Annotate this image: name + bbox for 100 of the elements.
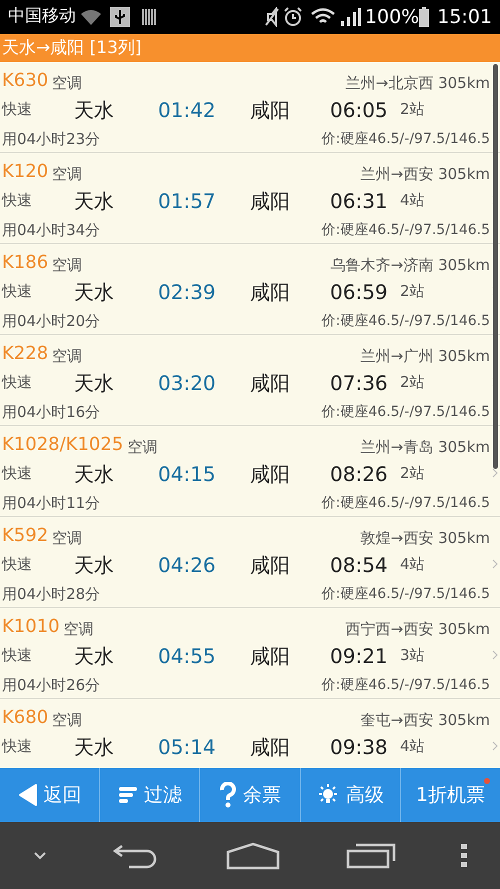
battery-percent: 100% [364,4,420,30]
mute-icon [264,7,279,27]
train-number: K1028/K1025 [2,433,124,457]
alarm-icon [282,7,303,27]
fare-text: 价:硬座46.5/-/97.5/146.5 [322,312,490,330]
stop-count: 2站 [400,463,426,484]
air-conditioned-label: 空调 [52,528,82,548]
departure-station: 天水 [74,734,115,760]
battery-icon [419,7,430,27]
chevron-right-icon [492,650,498,660]
arrival-time: 09:21 [330,642,389,670]
air-conditioned-label: 空调 [52,72,82,94]
stop-count: 4站 [400,554,426,576]
travel-duration: 用04小时34分 [2,220,100,241]
departure-station: 天水 [74,188,115,214]
arrival-station: 咸阳 [250,552,291,578]
back-triangle-icon [18,783,38,807]
route-title-bar: 天水→咸阳 [13列] [0,34,500,62]
filter-icon [118,785,138,805]
signal-icon [338,7,361,27]
departure-station: 天水 [74,460,115,488]
travel-duration: 用04小时20分 [2,310,100,332]
chevron-down-icon[interactable] [32,850,47,860]
chevron-right-icon [492,741,498,751]
usb-icon [110,7,130,27]
arrival-station: 咸阳 [250,188,291,214]
stop-count: 4站 [400,736,426,758]
fare-text: 价:硬座46.5/-/97.5/146.5 [322,220,490,240]
travel-duration: 用04小时28分 [2,584,100,605]
route-text: 乌鲁木齐→济南 305km [330,254,490,276]
arrival-station: 咸阳 [250,642,291,670]
arrival-time: 07:36 [330,370,389,396]
route-text: 兰州→广州 305km [360,346,490,366]
recent-apps-icon[interactable] [346,842,396,868]
arrival-time: 06:59 [330,278,389,306]
train-number: K592 [2,524,48,548]
train-number: K186 [2,251,48,275]
travel-duration: 用04小时11分 [2,492,100,514]
clock: 15:01 [437,4,492,30]
arrival-time: 08:54 [330,552,389,578]
stop-count: 2站 [400,281,426,302]
route-text: 兰州→青岛 305km [360,436,490,458]
departure-time: 01:57 [158,188,217,214]
departure-time: 04:26 [158,552,217,578]
travel-duration: 用04小时16分 [2,402,100,423]
departure-time: 03:20 [158,370,217,396]
question-mark-icon [219,782,237,808]
chevron-right-icon [492,559,498,569]
air-conditioned-label: 空调 [52,346,82,366]
fare-text: 价:硬座46.5/-/97.5/146.5 [322,676,490,694]
air-conditioned-label: 空调 [52,710,82,730]
train-number: K1010 [2,615,60,639]
fare-text: 价:硬座46.5/-/97.5/146.5 [322,494,490,512]
menu-icon[interactable] [461,844,468,868]
arrival-time: 08:26 [330,460,389,488]
arrival-station: 咸阳 [250,370,291,396]
air-conditioned-label: 空调 [52,254,82,276]
train-row[interactable]: K1010 空调 西宁西→西安 305km 快速 天水 04:55 咸阳 09:21 3站 用04小时26分 价:硬座46.5/-/97.5/146.5 [0,608,500,699]
train-row[interactable]: K592 空调 敦煌→西安 305km 快速 天水 04:26 咸阳 08:54 4站 用04小时28分 价:硬座46.5/-/97.5/146.5 [0,517,500,608]
air-conditioned-label: 空调 [64,618,94,640]
air-conditioned-label: 空调 [52,164,82,184]
stop-count: 3站 [400,645,426,666]
travel-duration: 用04小时26分 [2,674,100,696]
train-type: 快速 [2,372,33,394]
chevron-right-icon [492,468,498,478]
travel-duration: 用04小时23分 [2,128,100,150]
air-conditioned-label: 空调 [127,436,158,458]
stop-count: 4站 [400,190,426,212]
stop-count: 2站 [400,99,426,120]
arrival-time: 09:38 [330,734,389,760]
fare-text: 价:硬座46.5/-/97.5/146.5 [322,584,490,604]
departure-time: 05:14 [158,734,217,760]
departure-station: 天水 [74,552,115,578]
train-type: 快速 [2,99,33,120]
departure-station: 天水 [74,96,115,124]
arrival-station: 咸阳 [250,734,291,760]
departure-station: 天水 [74,642,115,670]
route-text: 兰州→北京西 305km [346,72,490,94]
train-type: 快速 [2,463,33,484]
train-type: 快速 [2,736,33,758]
barcode-icon [142,8,158,26]
train-type: 快速 [2,554,33,576]
arrival-station: 咸阳 [250,96,291,124]
arrival-station: 咸阳 [250,278,291,306]
train-type: 快速 [2,190,33,212]
departure-station: 天水 [74,370,115,396]
route-text: 奎屯→西安 305km [360,710,490,730]
train-number: K680 [2,706,48,730]
fare-text: 价:硬座46.5/-/97.5/146.5 [322,130,490,148]
route-text: 兰州→西安 305km [360,164,490,184]
departure-time: 04:15 [158,460,217,488]
train-type: 快速 [2,645,33,666]
carrier-name: 中国移动 [8,5,76,28]
departure-time: 02:39 [158,278,217,306]
train-number: K120 [2,160,48,184]
arrival-time: 06:05 [330,96,389,124]
departure-time: 01:42 [158,96,217,124]
route-text: 西宁西→西安 305km [346,618,490,640]
home-icon[interactable] [226,842,280,870]
arrival-time: 06:31 [330,188,389,214]
